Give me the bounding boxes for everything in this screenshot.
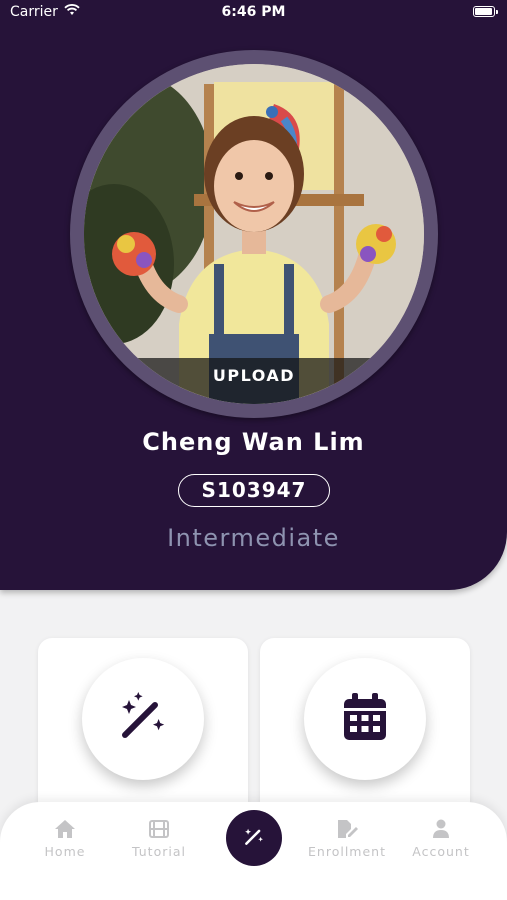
nav-account-label: Account: [412, 844, 470, 859]
nav-home-label: Home: [44, 844, 86, 859]
upload-button[interactable]: UPLOAD: [84, 358, 424, 404]
nav-tutorial[interactable]: Tutorial: [114, 818, 204, 859]
magic-wand-icon: [243, 825, 265, 851]
avatar-ring: UPLOAD: [70, 50, 438, 418]
battery-icon: [473, 6, 498, 17]
avatar-photo-illustration: [84, 64, 424, 404]
profile-header: UPLOAD Cheng Wan Lim S103947 Intermediat…: [0, 0, 507, 590]
student-name: Cheng Wan Lim: [142, 428, 365, 456]
status-time: 6:46 PM: [221, 4, 286, 20]
nav-home[interactable]: Home: [20, 818, 110, 859]
nav-tutorial-label: Tutorial: [132, 844, 186, 859]
magic-wand-icon: [117, 691, 169, 747]
bottom-nav: Home Tutorial Enrollment Account: [0, 802, 507, 900]
person-icon: [396, 818, 486, 840]
card-magic-button[interactable]: [82, 658, 204, 780]
home-icon: [20, 818, 110, 840]
nav-enrollment[interactable]: Enrollment: [302, 818, 392, 859]
calendar-icon: [342, 692, 388, 746]
student-id-badge: S103947: [178, 474, 330, 507]
status-bar: Carrier 6:46 PM: [0, 0, 507, 28]
nav-account[interactable]: Account: [396, 818, 486, 859]
avatar[interactable]: UPLOAD: [84, 64, 424, 404]
nav-enrollment-label: Enrollment: [308, 844, 386, 859]
film-icon: [114, 818, 204, 840]
edit-document-icon: [302, 818, 392, 840]
nav-magic-button[interactable]: [226, 810, 282, 866]
student-level: Intermediate: [167, 524, 340, 552]
card-calendar-button[interactable]: [304, 658, 426, 780]
